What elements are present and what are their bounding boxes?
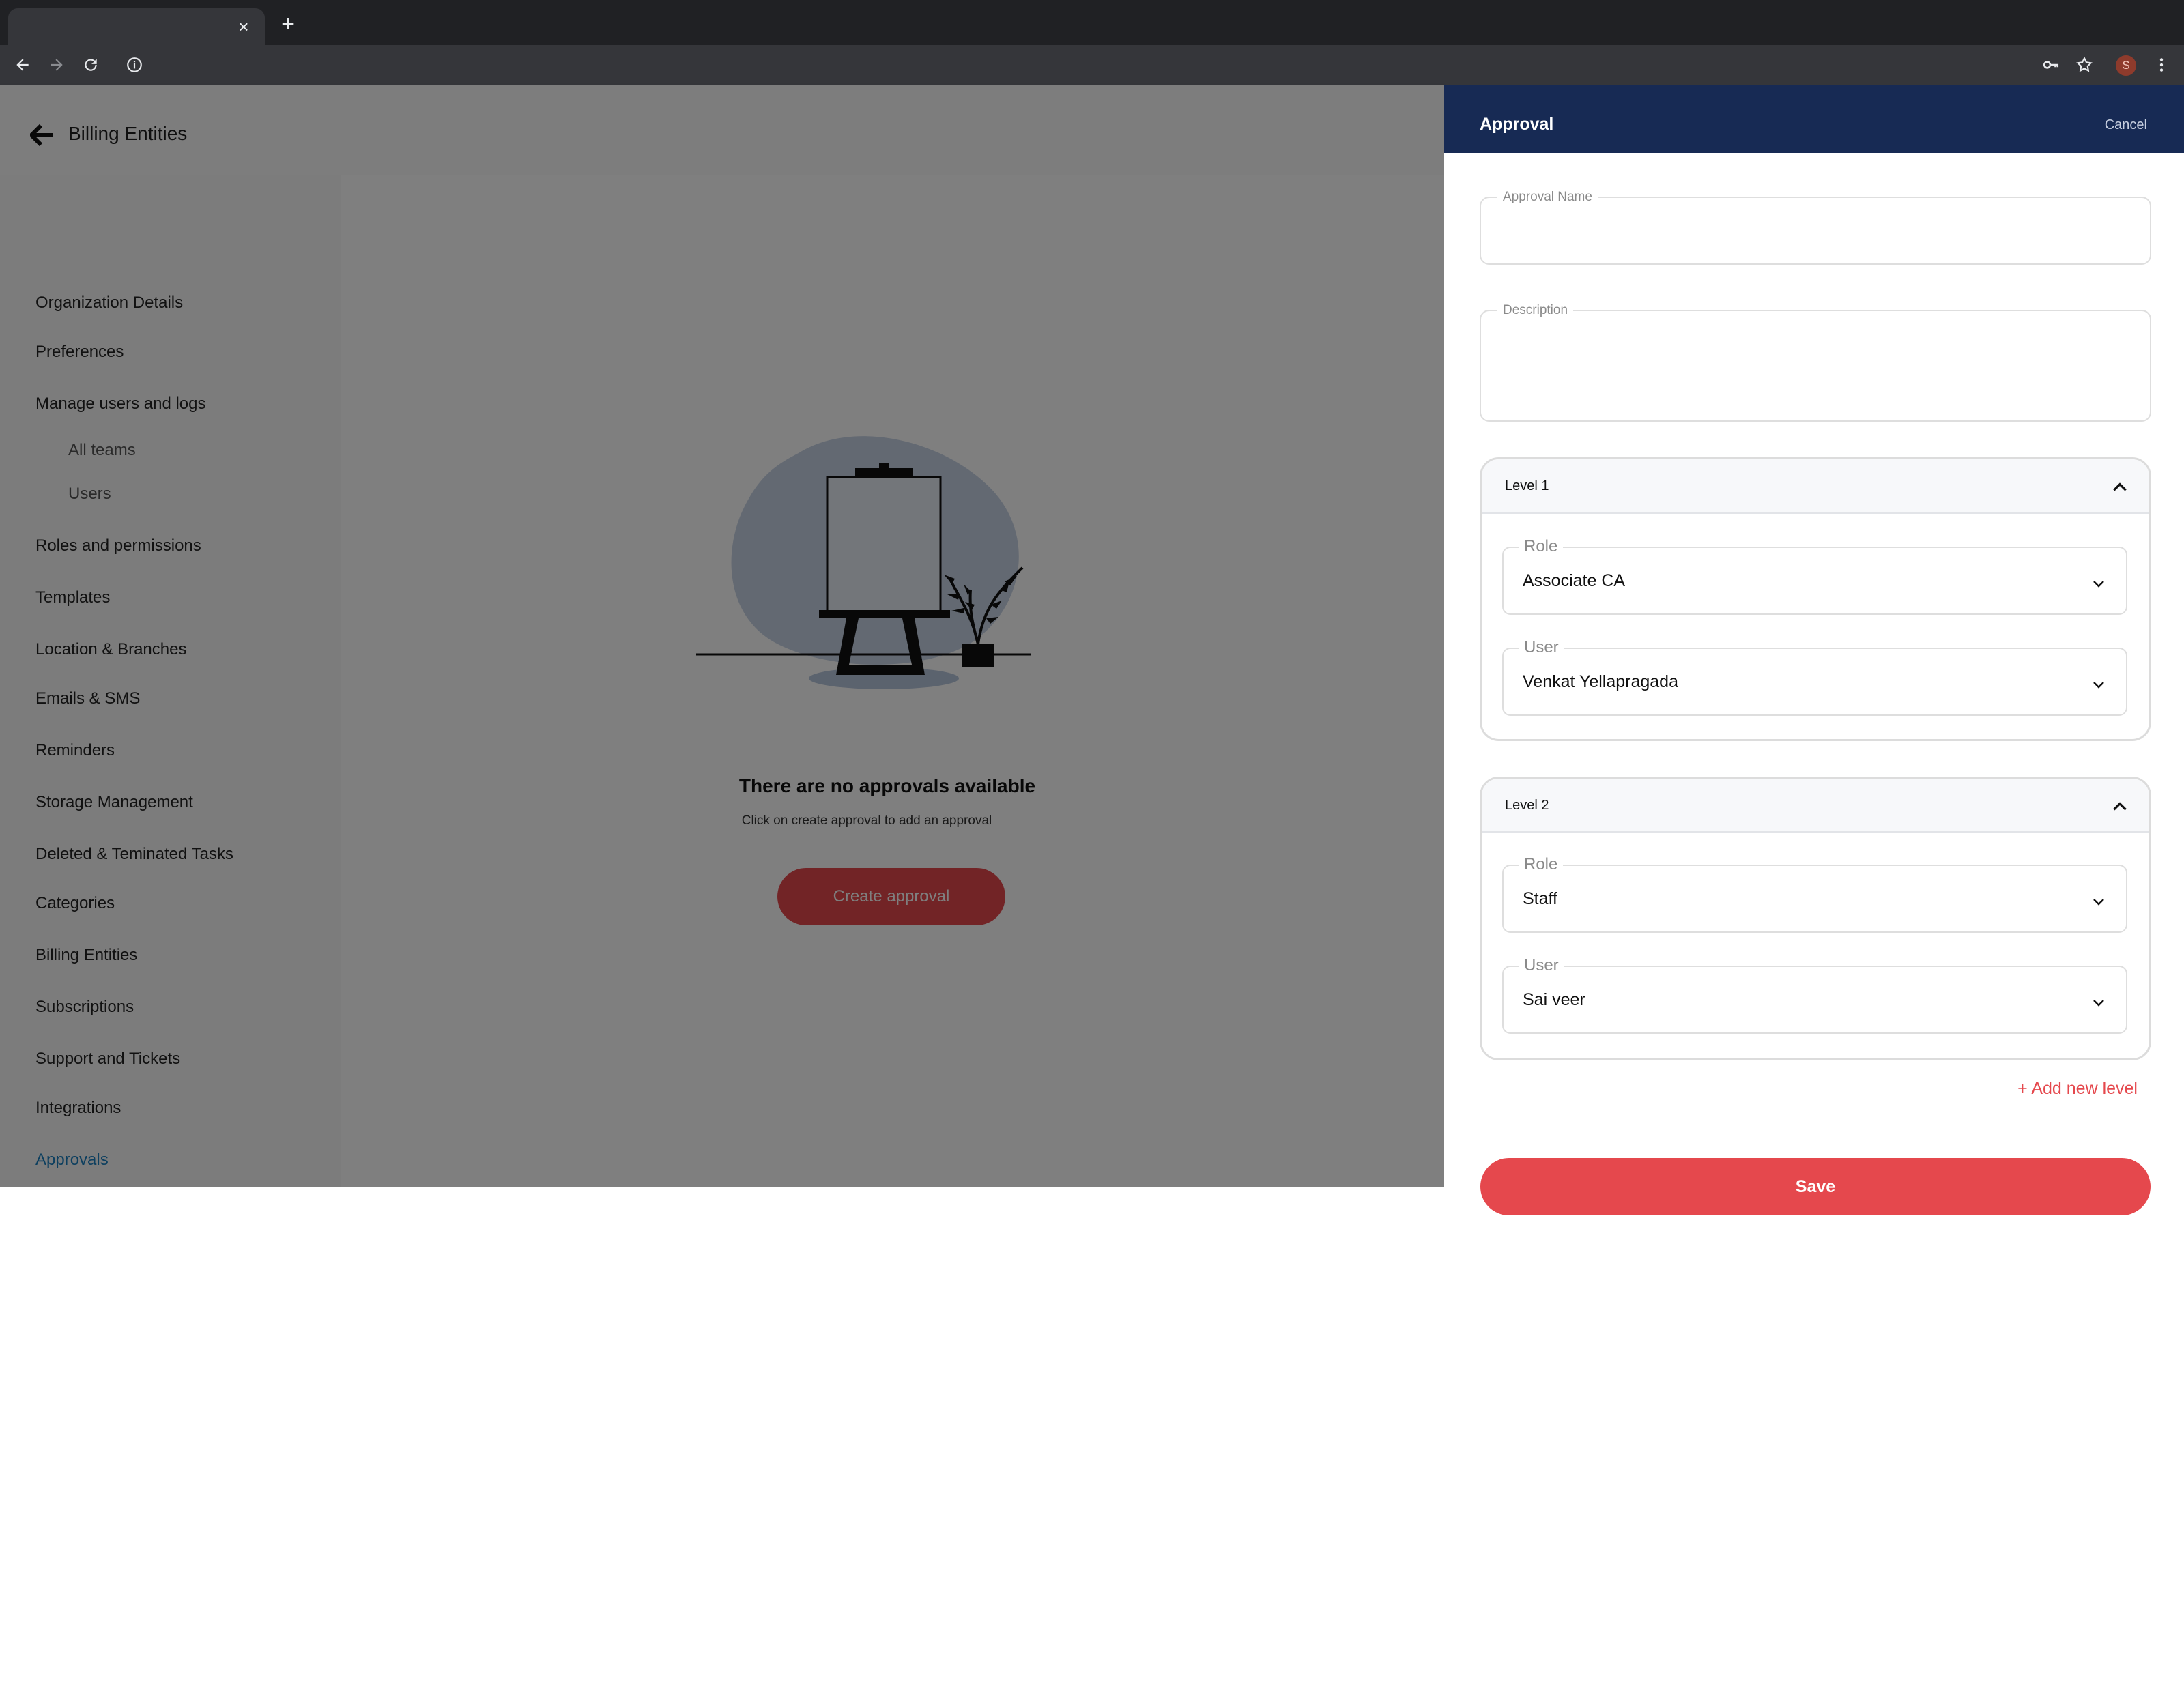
add-new-level-link[interactable]: + Add new level bbox=[2017, 1079, 2138, 1099]
user-select[interactable]: User Venkat Yellapragada bbox=[1502, 638, 2127, 716]
user-select[interactable]: User Sai veer bbox=[1502, 956, 2127, 1034]
profile-avatar[interactable]: S bbox=[2116, 55, 2136, 76]
user-value: Sai veer bbox=[1523, 990, 1585, 1009]
key-icon[interactable] bbox=[2039, 53, 2063, 76]
level-card: Level 2 Role Staff User Sai veer bbox=[1480, 777, 2151, 1060]
chevron-up-icon[interactable] bbox=[2111, 798, 2129, 815]
role-value: Associate CA bbox=[1523, 571, 1626, 590]
reload-icon[interactable] bbox=[79, 53, 102, 76]
browser-toolbar: S bbox=[0, 45, 2184, 85]
user-label: User bbox=[1519, 956, 1564, 975]
description-field[interactable]: Description bbox=[1480, 303, 2151, 422]
forward-arrow-icon[interactable] bbox=[45, 53, 68, 76]
new-tab-button[interactable]: + bbox=[277, 12, 299, 35]
bookmark-star-icon[interactable] bbox=[2073, 53, 2096, 76]
save-button[interactable]: Save bbox=[1480, 1158, 2151, 1215]
cancel-button[interactable]: Cancel bbox=[2105, 117, 2147, 133]
level-title: Level 2 bbox=[1505, 798, 1549, 813]
site-info-icon[interactable] bbox=[123, 53, 146, 76]
chevron-up-icon[interactable] bbox=[2111, 478, 2129, 496]
role-label: Role bbox=[1519, 855, 1564, 874]
role-select[interactable]: Role Associate CA bbox=[1502, 537, 2127, 615]
user-value: Venkat Yellapragada bbox=[1523, 672, 1678, 691]
drawer-title: Approval bbox=[1480, 115, 1554, 134]
approval-name-label: Approval Name bbox=[1497, 190, 1598, 205]
chevron-down-icon[interactable] bbox=[2090, 994, 2107, 1011]
modal-backdrop[interactable] bbox=[0, 85, 1444, 1187]
browser-tab-bar: × + bbox=[0, 0, 2184, 45]
role-label: Role bbox=[1519, 537, 1564, 556]
level-header[interactable]: Level 2 bbox=[1482, 779, 2149, 833]
browser-menu-icon[interactable] bbox=[2150, 53, 2173, 76]
browser-tab[interactable]: × bbox=[8, 8, 265, 45]
approval-drawer: Approval Cancel Approval Name Descriptio… bbox=[1444, 85, 2184, 1217]
chevron-down-icon[interactable] bbox=[2090, 575, 2107, 592]
user-label: User bbox=[1519, 638, 1564, 657]
level-title: Level 1 bbox=[1505, 478, 1549, 493]
tab-close-icon[interactable]: × bbox=[233, 16, 254, 37]
level-header[interactable]: Level 1 bbox=[1482, 459, 2149, 514]
back-arrow-icon[interactable] bbox=[11, 53, 34, 76]
approval-name-field[interactable]: Approval Name bbox=[1480, 190, 2151, 265]
description-label: Description bbox=[1497, 303, 1574, 318]
role-select[interactable]: Role Staff bbox=[1502, 855, 2127, 933]
chevron-down-icon[interactable] bbox=[2090, 893, 2107, 910]
chevron-down-icon[interactable] bbox=[2090, 676, 2107, 693]
role-value: Staff bbox=[1523, 889, 1557, 908]
drawer-header: Approval Cancel bbox=[1444, 85, 2184, 153]
level-card: Level 1 Role Associate CA User Venkat Ye… bbox=[1480, 457, 2151, 741]
